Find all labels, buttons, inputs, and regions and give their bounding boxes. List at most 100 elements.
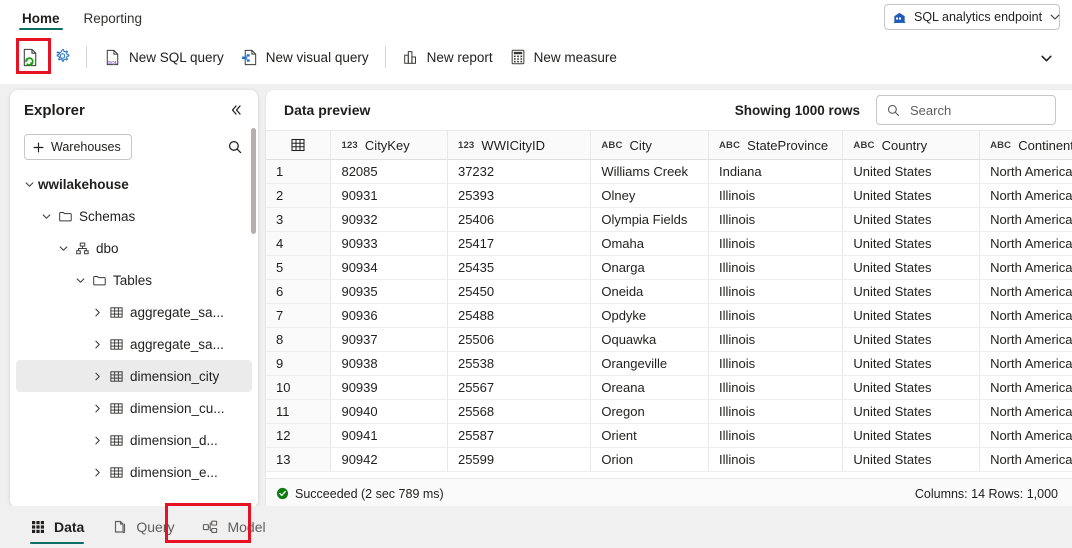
ribbon-tab-home[interactable]: Home: [10, 10, 72, 31]
chevron-down-icon: [1049, 11, 1061, 23]
new-report-button[interactable]: New report: [394, 41, 501, 73]
tree-item-label: Schemas: [79, 208, 136, 224]
table-row[interactable]: 10 90939 25567 Oreana Illinois United States N…: [266, 375, 1072, 400]
table-cell: Illinois: [708, 279, 844, 304]
table-cell: 25567: [447, 375, 592, 400]
column-header-citykey[interactable]: 123 CityKey: [330, 130, 448, 160]
tree-item-label: dimension_city: [130, 368, 220, 384]
tab-model[interactable]: Model: [190, 508, 277, 546]
explorer-search-button[interactable]: [222, 134, 248, 160]
ribbon-tab-home-label: Home: [22, 10, 60, 26]
column-header-city[interactable]: ABC City: [590, 130, 709, 160]
explorer-title: Explorer: [24, 101, 85, 119]
row-index-cell: 11: [266, 399, 332, 424]
chevron-down-icon[interactable]: [20, 179, 38, 190]
tab-query[interactable]: Query: [100, 508, 186, 546]
new-report-label: New report: [426, 49, 493, 65]
tree-item-aggregate-sa[interactable]: aggregate_sa...: [16, 328, 252, 360]
chevron-right-icon[interactable]: [88, 403, 106, 414]
column-header-wwicityid[interactable]: 123 WWICityID: [447, 130, 592, 160]
table-row[interactable]: 13 90942 25599 Orion Illinois United States No…: [266, 447, 1072, 472]
query-status: Succeeded (2 sec 789 ms): [276, 487, 444, 501]
new-visual-query-button[interactable]: New visual query: [232, 41, 377, 73]
collapse-explorer-button[interactable]: [224, 98, 248, 122]
table-row[interactable]: 6 90935 25450 Oneida Illinois United States No…: [266, 279, 1072, 304]
chevron-right-icon[interactable]: [88, 339, 106, 350]
table-row[interactable]: 9 90938 25538 Orangeville Illinois United Sta…: [266, 351, 1072, 376]
table-cell: 90936: [330, 303, 448, 328]
table-row[interactable]: 11 90940 25568 Oregon Illinois United States N…: [266, 399, 1072, 424]
table-cell: United States: [842, 255, 981, 280]
ribbon-overflow-button[interactable]: [1036, 48, 1056, 68]
table-cell: 90931: [330, 183, 448, 208]
table-row[interactable]: 7 90936 25488 Opdyke Illinois United States No…: [266, 303, 1072, 328]
tree-item-dimension-cu[interactable]: dimension_cu...: [16, 392, 252, 424]
table-row[interactable]: 1 82085 37232 Williams Creek Indiana United S…: [266, 159, 1072, 184]
row-index-cell: 10: [266, 375, 332, 400]
bottom-tab-bar: Data Query Model: [0, 506, 1072, 548]
table-cell: 25488: [447, 303, 592, 328]
column-header-continent[interactable]: ABC Continent: [979, 130, 1072, 160]
new-visual-query-label: New visual query: [265, 49, 369, 65]
table-row[interactable]: 4 90933 25417 Omaha Illinois United States Nor…: [266, 231, 1072, 256]
tree-item-dimension-d[interactable]: dimension_d...: [16, 424, 252, 456]
table-row[interactable]: 5 90934 25435 Onarga Illinois United States No…: [266, 255, 1072, 280]
column-header-label: Continent: [1018, 137, 1072, 153]
chevron-down-icon[interactable]: [37, 211, 55, 222]
new-sql-query-button[interactable]: SQL New SQL query: [95, 41, 232, 73]
explorer-scrollbar[interactable]: [251, 128, 256, 234]
table-cell: Oneida: [590, 279, 709, 304]
table-cell: Orient: [590, 423, 709, 448]
table-icon: [106, 401, 126, 416]
table-body: 1 82085 37232 Williams Creek Indiana United S…: [266, 159, 1072, 472]
tab-data-label: Data: [54, 519, 85, 535]
table-cell: Illinois: [708, 303, 844, 328]
chevron-right-icon[interactable]: [88, 371, 106, 382]
row-index-cell: 13: [266, 447, 332, 472]
sql-analytics-endpoint-selector[interactable]: SQL analytics endpoint: [884, 4, 1060, 30]
table-cell: Illinois: [708, 327, 844, 352]
grid-icon: [290, 137, 306, 153]
refresh-button[interactable]: [14, 41, 47, 73]
settings-button[interactable]: [47, 41, 78, 73]
toolbar-divider: [86, 46, 87, 68]
table-cell: United States: [842, 207, 981, 232]
row-index-cell: 6: [266, 279, 332, 304]
chevron-right-icon[interactable]: [88, 307, 106, 318]
table-row[interactable]: 12 90941 25587 Orient Illinois United States N…: [266, 423, 1072, 448]
chevron-down-icon[interactable]: [54, 243, 72, 254]
tree-item-wwilakehouse[interactable]: wwilakehouse: [16, 168, 252, 200]
tree-item-dimension-e[interactable]: dimension_e...: [16, 456, 252, 488]
table-row[interactable]: 8 90937 25506 Oquawka Illinois United States N…: [266, 327, 1072, 352]
table-cell: United States: [842, 231, 981, 256]
table-row[interactable]: 3 90932 25406 Olympia Fields Illinois United …: [266, 207, 1072, 232]
tree-item-dbo[interactable]: dbo: [16, 232, 252, 264]
tree-item-dimension-city[interactable]: dimension_city: [16, 360, 252, 392]
search-icon: [227, 139, 243, 155]
chevron-down-icon[interactable]: [71, 275, 89, 286]
row-index-cell: 9: [266, 351, 332, 376]
warehouse-icon: [892, 10, 907, 25]
search-box[interactable]: [876, 95, 1056, 125]
column-header-stateprovince[interactable]: ABC StateProvince: [708, 130, 844, 160]
column-type-badge: 123: [457, 139, 475, 151]
column-header-country[interactable]: ABC Country: [842, 130, 981, 160]
column-header-label: StateProvince: [747, 137, 829, 153]
table-cell: United States: [842, 159, 981, 184]
ribbon-tab-reporting[interactable]: Reporting: [72, 11, 155, 31]
chevron-right-icon[interactable]: [88, 435, 106, 446]
tab-data[interactable]: Data: [18, 508, 96, 546]
table-cell: 90932: [330, 207, 448, 232]
search-input[interactable]: [908, 101, 1046, 119]
tree-item-aggregate-sa[interactable]: aggregate_sa...: [16, 296, 252, 328]
chevron-right-icon[interactable]: [88, 467, 106, 478]
data-grid[interactable]: 123 CityKey 123 WWICityID ABC City ABC StatePro…: [266, 130, 1072, 478]
table-row[interactable]: 2 90931 25393 Olney Illinois United States Nor…: [266, 183, 1072, 208]
table-cell: United States: [842, 327, 981, 352]
tree-item-schemas[interactable]: Schemas: [16, 200, 252, 232]
add-warehouses-button[interactable]: Warehouses: [24, 134, 132, 160]
column-header-index[interactable]: [266, 130, 332, 160]
new-measure-button[interactable]: New measure: [501, 41, 625, 73]
folder-icon: [55, 209, 75, 224]
tree-item-tables[interactable]: Tables: [16, 264, 252, 296]
